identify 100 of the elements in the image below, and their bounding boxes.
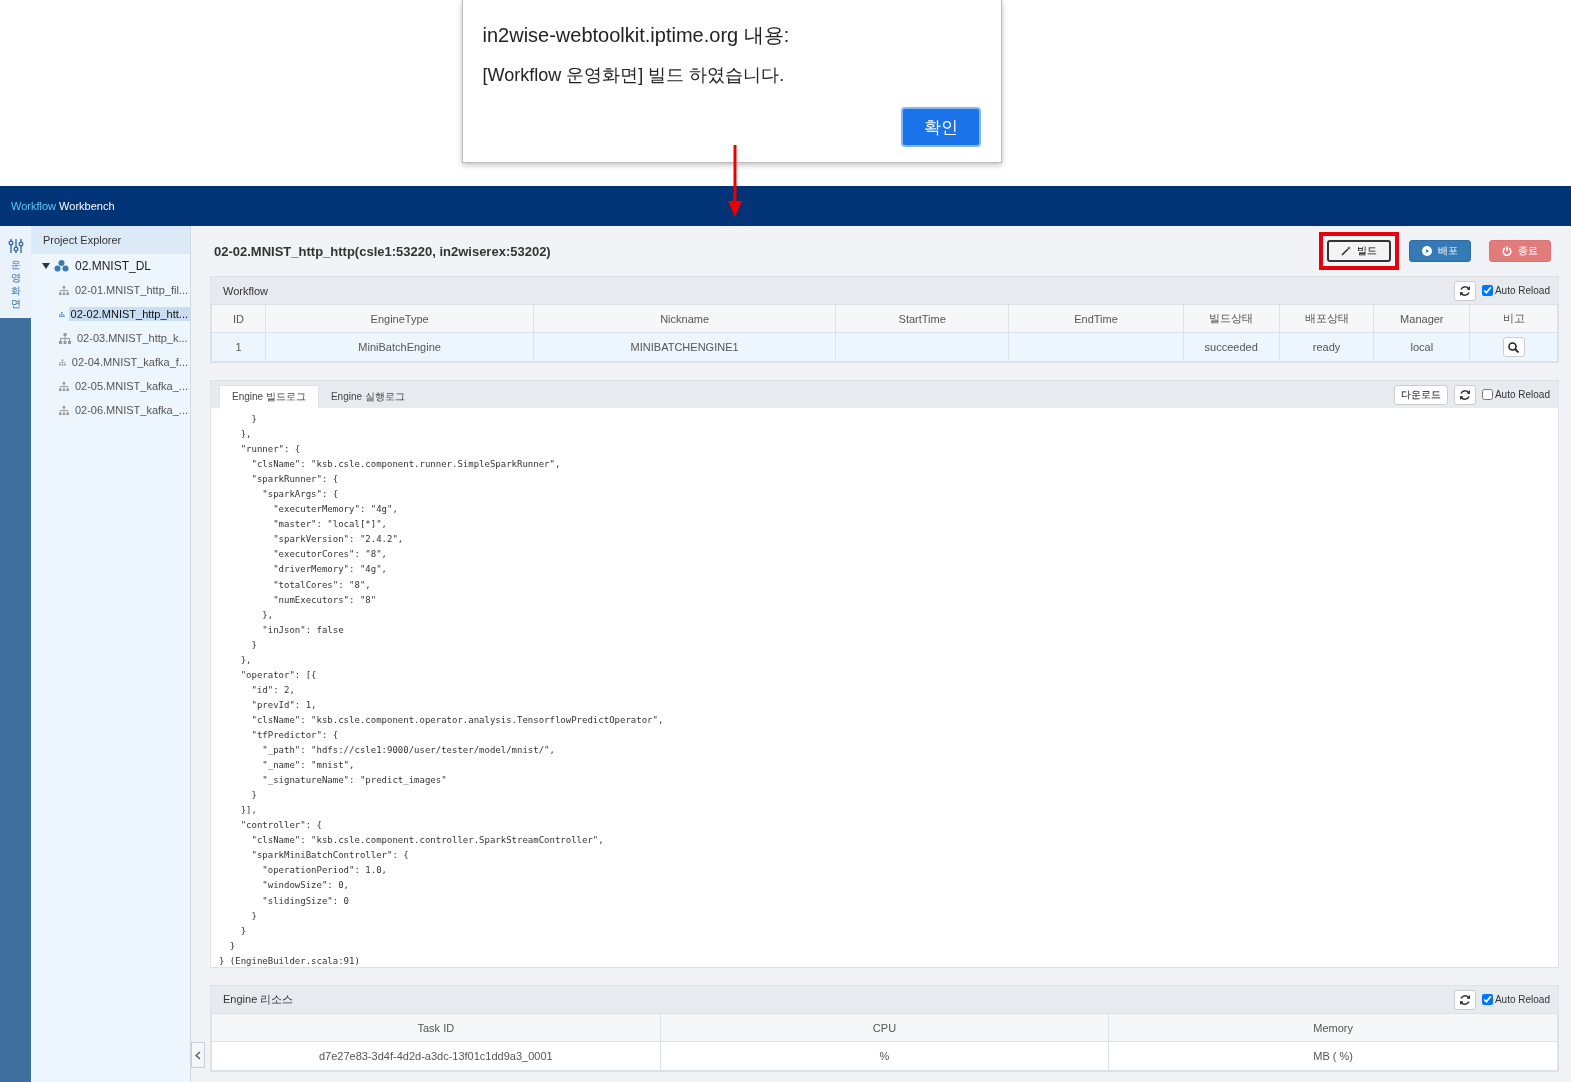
- log-line: "operator": [{: [239, 668, 318, 682]
- log-line: "master": "local[*]",: [272, 518, 388, 532]
- chevron-icon: [195, 1050, 201, 1060]
- log-line: "inJson": false: [261, 623, 345, 637]
- table-cell: MB ( %): [1108, 1041, 1558, 1071]
- action-button[interactable]: 배포: [1409, 240, 1471, 262]
- column-header: EndTime: [1008, 304, 1184, 333]
- auto-reload-checkbox[interactable]: [1481, 389, 1493, 400]
- checkbox-label: Auto Reload: [1494, 285, 1550, 296]
- column-header: 빌드상태: [1183, 304, 1280, 333]
- tree-item[interactable]: 02-02.MNIST_http_htt...: [68, 307, 190, 321]
- auto-reload-checkbox[interactable]: [1481, 285, 1493, 296]
- operations-tab[interactable]: 운영화면: [0, 226, 31, 318]
- action-button[interactable]: 빌드: [1327, 240, 1391, 262]
- log-line: "sparkMiniBatchController": {: [250, 849, 410, 863]
- tree-item[interactable]: 02-06.MNIST_kafka_...: [72, 403, 190, 417]
- log-line: "tfPredictor": {: [250, 729, 340, 742]
- column-header: 배포상태: [1279, 304, 1374, 333]
- cluster-icon: [54, 260, 69, 272]
- log-line: } (EngineBuilder.scala:91): [219, 954, 361, 967]
- log-line: "sparkRunner": {: [250, 473, 340, 487]
- log-line: }: [250, 909, 258, 923]
- panel-title: Engine 리소스: [223, 992, 294, 1007]
- log-line: }: [239, 924, 248, 938]
- wand-icon: [1341, 246, 1351, 256]
- log-line: "runner": {: [239, 443, 302, 457]
- page-title: 02-02.MNIST_http_http(csle1:53220, in2wiserex:53202): [214, 243, 551, 259]
- log-tab[interactable]: Engine 빌드로그: [219, 385, 319, 408]
- log-line: "id": 2,: [250, 683, 296, 697]
- log-line: "prevId": 1,: [250, 698, 318, 712]
- download-button[interactable]: 다운로드: [1393, 384, 1448, 405]
- sliders-icon: [7, 238, 24, 254]
- log-line: }: [250, 789, 258, 803]
- column-header: ID: [211, 304, 266, 333]
- tree-item[interactable]: 02.MNIST_DL: [73, 258, 154, 274]
- panel-title: Project Explorer: [31, 226, 190, 254]
- tree-item[interactable]: 02-05.MNIST_kafka_...: [72, 379, 190, 393]
- hierarchy-icon: [59, 404, 69, 416]
- log-line: "numExecutors": "8": [272, 593, 378, 607]
- log-line: "_path": "hdfs://csle1:9000/user/tester/model/mnist/",: [261, 744, 556, 758]
- hierarchy-icon: [59, 356, 66, 368]
- search-icon: [1508, 341, 1520, 353]
- table-cell: 1: [211, 332, 266, 362]
- app-title: Workflow Workbench: [11, 200, 115, 212]
- tree-item[interactable]: 02-03.MNIST_http_k...: [75, 331, 190, 345]
- refresh-icon: [1458, 993, 1471, 1006]
- collapse-button[interactable]: [191, 1042, 205, 1068]
- caret-icon[interactable]: [42, 263, 50, 269]
- table-cell: %: [660, 1041, 1109, 1071]
- log-line: }: [250, 638, 258, 652]
- refresh-button[interactable]: [1453, 989, 1476, 1010]
- table-cell: ready: [1279, 332, 1374, 362]
- table-cell: MINIBATCHENGINE1: [533, 332, 836, 362]
- auto-reload-checkbox[interactable]: [1481, 994, 1493, 1005]
- log-line: "totalCores": "8",: [272, 578, 372, 592]
- hierarchy-icon: [59, 380, 69, 392]
- table-cell: local: [1373, 332, 1470, 362]
- column-header: Task ID: [211, 1013, 661, 1042]
- column-header: 비고: [1469, 304, 1558, 333]
- log-line: "executorCores": "8",: [272, 548, 388, 562]
- log-line: "clsName": "ksb.csle.component.controller.SparkStreamController",: [250, 834, 605, 848]
- log-line: },: [261, 608, 275, 622]
- column-header: EngineType: [265, 304, 534, 333]
- log-line: "sparkArgs": {: [261, 488, 340, 502]
- column-header: Memory: [1108, 1013, 1558, 1042]
- refresh-icon: [1458, 284, 1471, 297]
- log-line: "operationPeriod": 1.0,: [261, 864, 388, 878]
- arrow-annotation: [728, 145, 742, 217]
- column-header: StartTime: [835, 304, 1009, 333]
- log-line: }: [228, 939, 237, 953]
- log-line: "_signatureName": "predict_images": [261, 774, 448, 788]
- log-line: "windowSize": 0,: [261, 879, 351, 893]
- log-line: "sparkVersion": "2.4.2",: [272, 533, 405, 547]
- play-icon: [1422, 246, 1432, 256]
- log-line: "clsName": "ksb.csle.component.operator.analysis.TensorflowPredictOperator",: [250, 713, 665, 727]
- table-cell: MiniBatchEngine: [265, 332, 534, 362]
- log-line: "clsName": "ksb.csle.component.runner.SimpleSparkRunner",: [250, 458, 562, 472]
- log-line: }: [250, 413, 258, 426]
- hierarchy-icon: [59, 284, 69, 296]
- search-button[interactable]: [1502, 337, 1525, 357]
- refresh-button[interactable]: [1453, 280, 1476, 301]
- log-line: }],: [239, 804, 258, 818]
- refresh-icon: [1458, 388, 1471, 401]
- dialog-message: [Workflow 운영화면] 빌드 하였습니다.: [482, 64, 786, 87]
- column-header: Manager: [1373, 304, 1470, 333]
- column-header: Nickname: [533, 304, 836, 333]
- ok-button[interactable]: 확인: [900, 107, 981, 147]
- log-line: "driverMemory": "4g",: [272, 563, 388, 577]
- log-tab[interactable]: Engine 실행로그: [318, 385, 417, 408]
- log-line: },: [239, 653, 253, 667]
- table-cell: d7e27e83-3d4f-4d2d-a3dc-13f01c1dd9a3_0001: [211, 1041, 661, 1071]
- refresh-button[interactable]: [1453, 384, 1476, 405]
- checkbox-label: Auto Reload: [1494, 994, 1550, 1005]
- panel-title: Workflow: [223, 284, 269, 297]
- power-icon: [1502, 246, 1512, 256]
- table-cell: succeeded: [1183, 332, 1280, 362]
- dialog-title: in2wise-webtoolkit.iptime.org 내용:: [482, 23, 791, 48]
- hierarchy-icon: [59, 332, 71, 344]
- tree-item[interactable]: 02-01.MNIST_http_fil...: [72, 283, 190, 297]
- tree-item[interactable]: 02-04.MNIST_kafka_f...: [69, 355, 190, 369]
